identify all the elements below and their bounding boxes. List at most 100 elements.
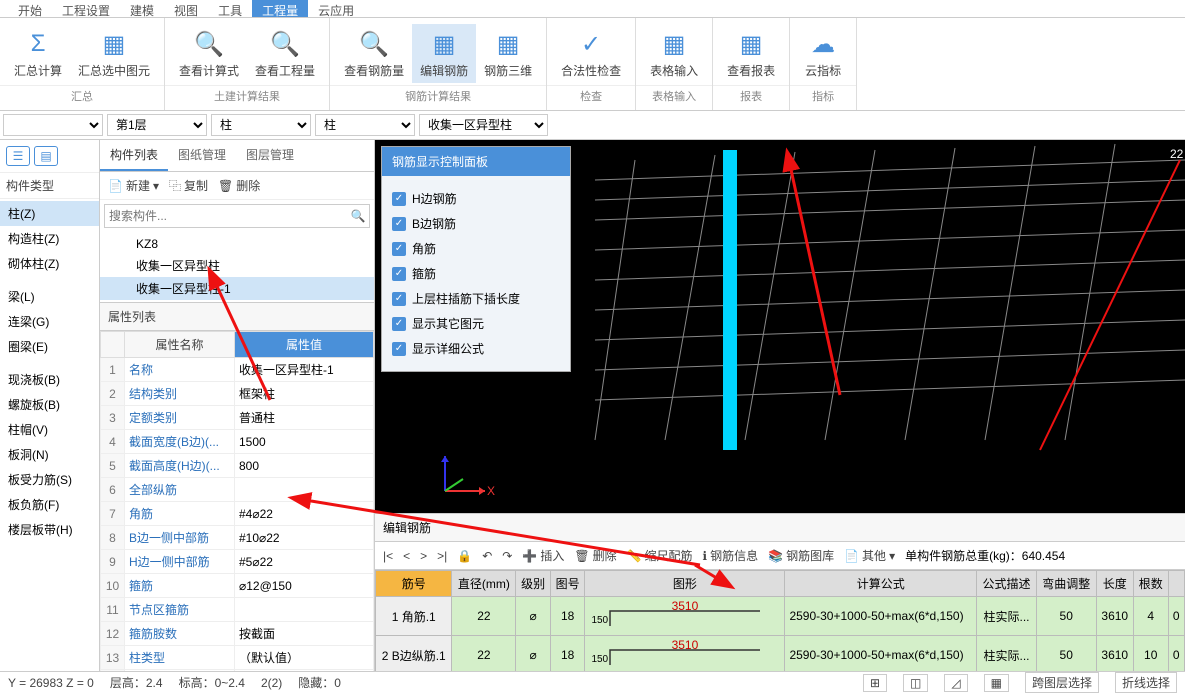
scale-button[interactable]: 📏缩尺配筋 [627,547,693,564]
ribbon-button[interactable]: Σ汇总计算 [6,24,70,83]
property-row[interactable]: 2结构类别框架柱 [101,382,374,406]
tree-item[interactable]: 梁(L) [0,284,99,309]
property-row[interactable]: 9H边一侧中部筋#5⌀22 [101,550,374,574]
edit-rebar-header: 编辑钢筋 [375,513,1185,542]
property-row[interactable]: 5截面高度(H边)(...800 [101,454,374,478]
ribbon-button[interactable]: 🔍查看工程量 [247,24,323,83]
nav-last-icon[interactable]: >| [437,549,447,563]
list-item[interactable]: 收集一区异型柱 [100,254,374,277]
list-item[interactable]: KZ8 [100,234,374,254]
selector[interactable] [3,114,103,136]
lib-button[interactable]: 📚钢筋图库 [768,547,834,564]
edit-toolbar: |< < > >| 🔒 ↶ ↷ ➕插入 🗑删除 📏缩尺配筋 ℹ钢筋信息 📚钢筋图… [375,542,1185,570]
type-selector[interactable]: 柱 [315,114,415,136]
ribbon-button[interactable]: ▦汇总选中图元 [70,24,158,83]
new-button[interactable]: 📄新建▾ [108,177,159,194]
grid-header[interactable]: 筋号 [376,571,452,597]
tree-item[interactable]: 构造柱(Z) [0,226,99,251]
polyline-button[interactable]: 折线选择 [1115,672,1177,693]
tree-item[interactable]: 板负筋(F) [0,492,99,517]
tab[interactable]: 工程量 [252,0,308,17]
tab[interactable]: 云应用 [308,0,364,17]
property-row[interactable]: 11节点区箍筋 [101,598,374,622]
property-row[interactable]: 3定额类别普通柱 [101,406,374,430]
ribbon-button[interactable]: ✓合法性检查 [553,24,629,83]
insert-button[interactable]: ➕插入 [522,547,564,564]
ortho-icon[interactable]: ⊞ [863,674,887,692]
delete-button[interactable]: 🗑删除 [574,547,616,564]
ribbon-button[interactable]: 🔍查看钢筋量 [336,24,412,83]
undo-icon[interactable]: ↶ [482,549,492,563]
component-selector[interactable]: 收集一区异型柱 [419,114,548,136]
property-row[interactable]: 10箍筋⌀12@150 [101,574,374,598]
ribbon-button[interactable]: ▦表格输入 [642,24,706,83]
grid-header[interactable]: 直径(mm) [452,571,516,597]
tab[interactable]: 建模 [120,0,164,17]
grid-header[interactable]: 长度 [1096,571,1133,597]
tab[interactable]: 开始 [8,0,52,17]
coord-readout: Y = 26983 Z = 0 [8,676,94,690]
floor-selector[interactable]: 第1层 [107,114,207,136]
search-input[interactable] [105,205,347,227]
nav-next-icon[interactable]: > [420,549,427,563]
property-row[interactable]: 1名称收集一区异型柱-1 [101,358,374,382]
tree-item[interactable]: 圈梁(E) [0,334,99,359]
tab[interactable]: 视图 [164,0,208,17]
nav-first-icon[interactable]: |< [383,549,393,563]
viewport-3d[interactable]: 钢筋显示控制面板 ✓H边钢筋✓B边钢筋✓角筋✓箍筋✓上层柱插筋下插长度✓显示其它… [375,140,1185,513]
lock-icon[interactable]: 🔒 [457,549,472,563]
grid-header[interactable]: 计算公式 [785,571,977,597]
grid-header[interactable]: 图形 [585,571,785,597]
angle-icon[interactable]: ◿ [944,674,967,692]
property-row[interactable]: 4截面宽度(B边)(...1500 [101,430,374,454]
property-header: 属性列表 [100,302,374,331]
grid-icon[interactable]: ▦ [984,674,1009,692]
grid-header[interactable]: 级别 [516,571,551,597]
tree-item[interactable]: 柱(Z) [0,201,99,226]
copy-button[interactable]: ⿻复制 [169,177,208,194]
tree-item[interactable]: 砌体柱(Z) [0,251,99,276]
ribbon-button[interactable]: ▦编辑钢筋 [412,24,476,83]
property-row[interactable]: 6全部纵筋 [101,478,374,502]
property-row[interactable]: 7角筋#4⌀22 [101,502,374,526]
tab[interactable]: 工具 [208,0,252,17]
grid-header[interactable]: 公式描述 [977,571,1037,597]
search-icon[interactable]: 🔍 [347,205,369,227]
tree-item[interactable]: 螺旋板(B) [0,392,99,417]
ribbon-button[interactable]: ☁云指标 [796,24,850,83]
tree-item[interactable]: 现浇板(B) [0,367,99,392]
grid-row[interactable]: 2 B边纵筋.122⌀1815035102590-30+1000-50+max(… [376,636,1185,675]
ribbon-button[interactable]: 🔍查看计算式 [171,24,247,83]
svg-text:22: 22 [1170,147,1184,161]
detail-view-icon[interactable]: ▤ [34,146,58,166]
snap-icon[interactable]: ◫ [903,674,928,692]
tree-item[interactable]: 连梁(G) [0,309,99,334]
category-selector[interactable]: 柱 [211,114,311,136]
tab-drawing[interactable]: 图纸管理 [168,140,236,171]
grid-header[interactable]: 根数 [1133,571,1168,597]
delete-button[interactable]: 🗑删除 [218,177,260,194]
tab[interactable]: 工程设置 [52,0,120,17]
ribbon-button[interactable]: ▦查看报表 [719,24,783,83]
property-row[interactable]: 8B边一侧中部筋#10⌀22 [101,526,374,550]
grid-header[interactable]: 图号 [550,571,585,597]
tree-item[interactable]: 板洞(N) [0,442,99,467]
other-button[interactable]: 📄其他▾ [844,547,895,564]
property-row[interactable]: 13柱类型（默认值） [101,646,374,670]
property-row[interactable]: 12箍筋胺数按截面 [101,622,374,646]
grid-row[interactable]: 1 角筋.122⌀1815035102590-30+1000-50+max(6*… [376,597,1185,636]
cross-layer-button[interactable]: 跨图层选择 [1025,672,1099,693]
nav-prev-icon[interactable]: < [403,549,410,563]
tree-item[interactable]: 楼层板带(H) [0,517,99,542]
redo-icon[interactable]: ↷ [502,549,512,563]
tree-item[interactable]: 板受力筋(S) [0,467,99,492]
list-view-icon[interactable]: ☰ [6,146,30,166]
tab-layer[interactable]: 图层管理 [236,140,304,171]
tree-item[interactable]: 柱帽(V) [0,417,99,442]
ribbon-button[interactable]: ▦钢筋三维 [476,24,540,83]
grid-header[interactable]: 弯曲调整 [1036,571,1096,597]
list-item[interactable]: 收集一区异型柱-1 [100,277,374,300]
tab-component-list[interactable]: 构件列表 [100,140,168,171]
grid-header[interactable] [1168,571,1185,597]
info-button[interactable]: ℹ钢筋信息 [703,547,759,564]
